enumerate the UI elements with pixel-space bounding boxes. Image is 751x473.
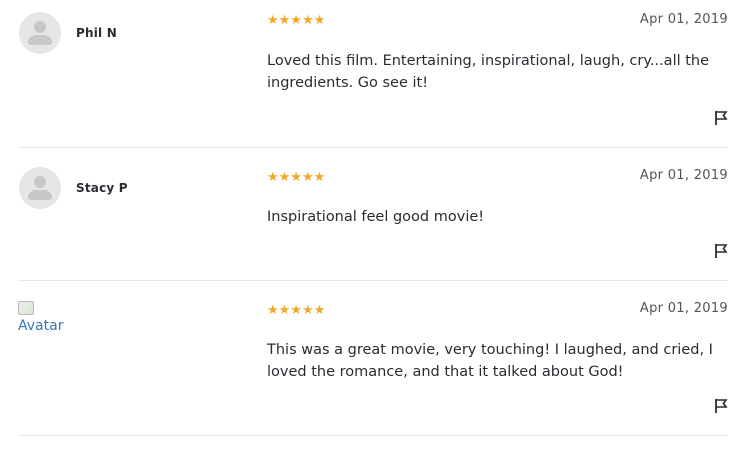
review-date: Apr 01, 2019	[639, 168, 728, 183]
review-username: Stacy P	[76, 181, 128, 195]
review-user: Stacy P	[19, 167, 128, 209]
flag-icon[interactable]	[714, 110, 728, 126]
user-avatar-icon	[19, 167, 61, 209]
review-item: Stacy P ★★★★★ Apr 01, 2019 Inspirational…	[18, 148, 728, 281]
review-date: Apr 01, 2019	[639, 301, 728, 316]
review-item: Avatar ★★★★★ Apr 01, 2019 This was a gre…	[18, 281, 728, 436]
review-item: Phil N ★★★★★ Apr 01, 2019 Loved this fil…	[18, 0, 728, 148]
flag-icon[interactable]	[714, 243, 728, 259]
broken-image-icon	[18, 301, 34, 315]
review-text: Inspirational feel good movie!	[267, 209, 485, 225]
star-rating: ★★★★★	[267, 13, 326, 28]
star-rating: ★★★★★	[267, 303, 326, 318]
flag-icon[interactable]	[714, 398, 728, 414]
avatar-alt-text: Avatar	[18, 318, 64, 334]
user-avatar: Avatar	[18, 301, 78, 334]
review-text: Loved this film. Entertaining, inspirati…	[267, 53, 710, 91]
review-username: Phil N	[76, 26, 117, 40]
review-text: This was a great movie, very touching! I…	[267, 342, 713, 380]
review-date: Apr 01, 2019	[639, 12, 728, 27]
user-avatar-icon	[19, 12, 61, 54]
star-rating: ★★★★★	[267, 170, 326, 185]
review-user: Phil N	[19, 12, 117, 54]
